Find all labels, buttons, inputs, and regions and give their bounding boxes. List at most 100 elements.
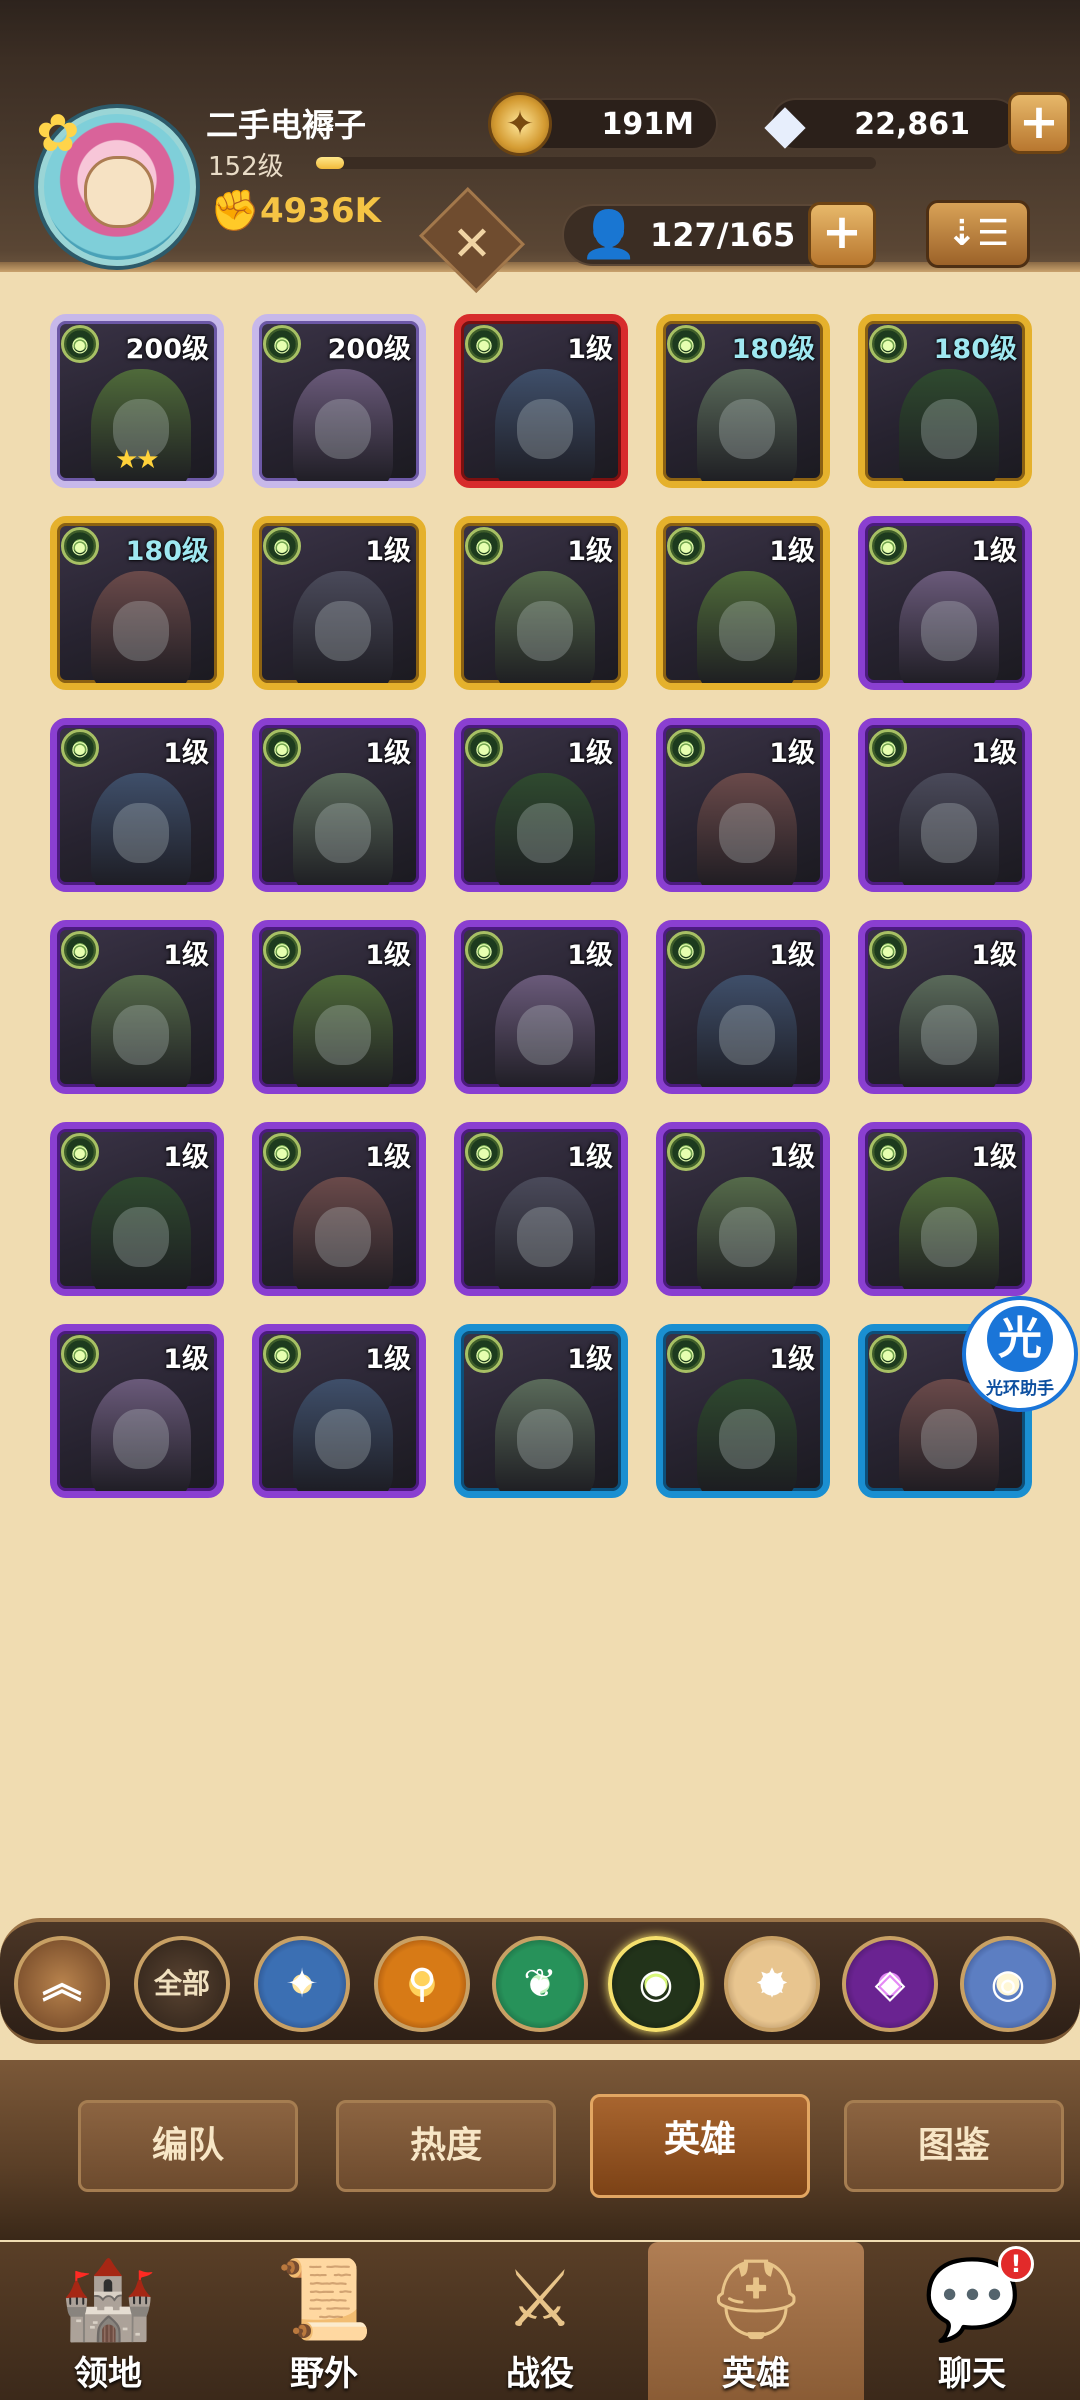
sort-button[interactable]: ⇣☰ (926, 200, 1030, 268)
nav-chat[interactable]: 💬 聊天 ! (864, 2242, 1080, 2400)
add-hero-slots-button[interactable]: + (808, 202, 876, 268)
hero-portrait (899, 975, 999, 1087)
hero-level: 180级 (731, 334, 815, 365)
power-display: ✊ 4936K (210, 190, 381, 232)
hero-card[interactable]: ◉ 200级 (252, 314, 426, 488)
hero-card[interactable]: ◉ 1级 (252, 1324, 426, 1498)
nav-label: 聊天 (938, 2354, 1006, 2394)
hero-card[interactable]: ◉ 1级 (656, 1122, 830, 1296)
hypogean-icon[interactable]: ◈ (842, 1936, 938, 2032)
tab-popularity[interactable]: 热度 (336, 2100, 556, 2192)
hero-level: 200级 (327, 334, 411, 365)
castle-icon: 🏰 (59, 2255, 157, 2345)
graveborn-faction-icon: ◉ (263, 527, 301, 565)
hero-level: 1级 (567, 940, 613, 971)
hero-portrait (495, 571, 595, 683)
hero-level: 1级 (365, 940, 411, 971)
gold-value: 191M (601, 106, 694, 142)
flower-icon: ✿ (36, 104, 80, 164)
graveborn-faction-icon: ◉ (869, 729, 907, 767)
graveborn-faction-icon: ◉ (869, 931, 907, 969)
graveborn-faction-icon: ◉ (667, 527, 705, 565)
player-avatar[interactable]: ✿ (36, 104, 196, 266)
hero-card[interactable]: ◉ 1级 (858, 920, 1032, 1094)
hero-level: 200级 (125, 334, 209, 365)
faction-all-button[interactable]: 全部 (134, 1936, 230, 2032)
graveborn-faction-icon: ◉ (465, 325, 503, 363)
graveborn-faction-icon: ◉ (667, 729, 705, 767)
hero-card[interactable]: ◉ 1级 (252, 516, 426, 690)
hero-portrait (91, 773, 191, 885)
hero-card[interactable]: ◉ 1级 (656, 1324, 830, 1498)
hero-card[interactable]: ◉ 1级 (50, 718, 224, 892)
hero-card[interactable]: ◉ 1级 (454, 314, 628, 488)
hero-portrait (293, 1379, 393, 1491)
hero-stars: ★★ (115, 445, 160, 475)
nav-territory[interactable]: 🏰 领地 (0, 2242, 216, 2400)
tab-collection[interactable]: 图鉴 (844, 2100, 1064, 2192)
hero-level: 1级 (567, 334, 613, 365)
hero-card[interactable]: ◉ 1级 (252, 920, 426, 1094)
hero-level: 1级 (971, 940, 1017, 971)
hero-portrait (697, 773, 797, 885)
add-diamonds-button[interactable]: + (1008, 92, 1070, 154)
hero-card[interactable]: ◉ 1级 (50, 1122, 224, 1296)
xp-bar (316, 157, 876, 169)
celestial-icon[interactable]: ✸ (724, 1936, 820, 2032)
hero-portrait (293, 773, 393, 885)
hero-card[interactable]: ◉ 1级 (252, 718, 426, 892)
hero-card[interactable]: ◉ 1级 (50, 920, 224, 1094)
emblem-icon: ✕ (451, 216, 493, 272)
graveborn-faction-icon: ◉ (263, 325, 301, 363)
hero-card[interactable]: ◉ 1级 (454, 718, 628, 892)
hero-card[interactable]: ◉ 1级 (656, 718, 830, 892)
hero-level: 1级 (365, 1344, 411, 1375)
chat-notification-badge: ! (998, 2246, 1034, 2282)
nav-heroes[interactable]: ⛑ 英雄 (648, 2242, 864, 2400)
tab-heroes[interactable]: 英雄 (590, 2094, 810, 2198)
nav-campaign[interactable]: ⚔ 战役 (432, 2242, 648, 2400)
hero-card[interactable]: ◉ 1级 (858, 718, 1032, 892)
hero-card[interactable]: ◉ 1级 (858, 516, 1032, 690)
graveborn-icon[interactable]: ◉ (608, 1936, 704, 2032)
wilder-icon[interactable]: ❦ (492, 1936, 588, 2032)
hero-card[interactable]: ◉ 180级 (50, 516, 224, 690)
hero-level: 1级 (163, 940, 209, 971)
hero-card[interactable]: ◉ 1级 (858, 1122, 1032, 1296)
collapse-up-icon[interactable]: ︽ (14, 1936, 110, 2032)
hero-portrait (899, 1177, 999, 1289)
hero-card[interactable]: ◉ 1级 (656, 920, 830, 1094)
nav-wild[interactable]: 📜 野外 (216, 2242, 432, 2400)
assistant-label: 光环助手 (986, 1379, 1054, 1399)
hero-card[interactable]: ◉ 1级 (454, 1122, 628, 1296)
hero-card[interactable]: ◉ 1级 (50, 1324, 224, 1498)
graveborn-faction-icon: ◉ (465, 1335, 503, 1373)
faction-all-label: 全部 (153, 1967, 210, 2000)
hero-tabs: 编队 热度 英雄 图鉴 (0, 2060, 1080, 2240)
hero-card[interactable]: ◉ 1级 (454, 1324, 628, 1498)
xp-bar-fill (316, 157, 344, 169)
mauler-icon[interactable]: ⚲ (374, 1936, 470, 2032)
hero-card[interactable]: ◉ 1级 (454, 920, 628, 1094)
person-icon: 👤 (580, 207, 638, 261)
hero-card[interactable]: ◉ 1级 (252, 1122, 426, 1296)
hero-card[interactable]: ◉ 200级 ★★ (50, 314, 224, 488)
hero-portrait (91, 1177, 191, 1289)
hero-slots-value: 127/165 (650, 216, 796, 254)
assistant-floating-button[interactable]: 光 光环助手 (962, 1296, 1078, 1412)
graveborn-faction-icon: ◉ (263, 729, 301, 767)
helmet-icon: ⛑ (706, 2255, 806, 2345)
hero-portrait (697, 369, 797, 481)
power-value: 4936K (260, 191, 381, 231)
scroll-map-icon: 📜 (275, 2255, 373, 2345)
hero-card[interactable]: ◉ 180级 (858, 314, 1032, 488)
dimensional-icon[interactable]: ◎ (960, 1936, 1056, 2032)
hero-card[interactable]: ◉ 1级 (656, 516, 830, 690)
hero-level: 1级 (769, 1344, 815, 1375)
tab-formation[interactable]: 编队 (78, 2100, 298, 2192)
lightbearer-icon[interactable]: ✦ (254, 1936, 350, 2032)
hero-portrait (91, 975, 191, 1087)
hero-card[interactable]: ◉ 180级 (656, 314, 830, 488)
graveborn-faction-icon: ◉ (61, 1133, 99, 1171)
hero-card[interactable]: ◉ 1级 (454, 516, 628, 690)
